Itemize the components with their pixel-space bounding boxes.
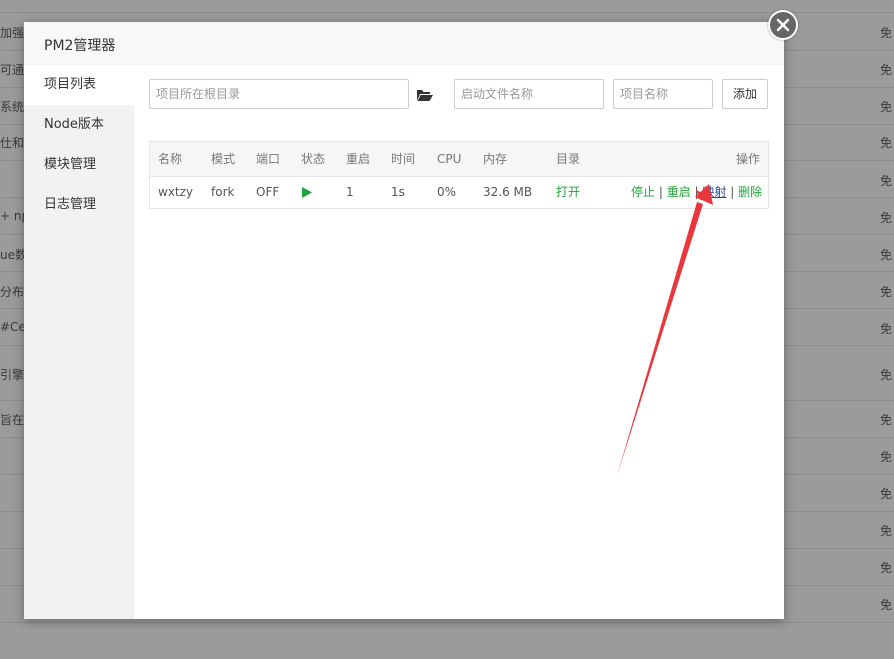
cell-mode: fork <box>211 185 235 199</box>
bg-text: 免 <box>880 450 893 464</box>
bg-text: ue数 <box>0 248 27 262</box>
stop-link[interactable]: 停止 <box>631 185 655 199</box>
sidebar-item-label: 模块管理 <box>44 157 97 172</box>
project-list-panel: 添加 名称 模式 端口 状态 重启 时间 CPU 内存 目录 操作 wxtzy … <box>134 65 784 619</box>
project-name-input[interactable] <box>613 79 713 109</box>
sidebar-item-label: 项目列表 <box>44 77 97 92</box>
bg-text: 免 <box>880 322 893 336</box>
cell-name: wxtzy <box>158 185 194 199</box>
bg-text: 仕和 <box>0 136 25 150</box>
bg-text: 免 <box>880 174 893 188</box>
column-header-restarts: 重启 <box>346 152 371 166</box>
close-button[interactable] <box>768 10 798 40</box>
separator: | <box>658 185 667 199</box>
bg-text: 系统 <box>0 100 25 114</box>
separator: | <box>730 185 739 199</box>
cell-port: OFF <box>256 185 280 199</box>
sidebar-item-label: 日志管理 <box>44 197 97 212</box>
folder-open-icon[interactable] <box>417 87 433 106</box>
map-link[interactable]: 映射 <box>702 185 726 199</box>
bg-text: 免 <box>880 211 893 225</box>
column-header-cpu: CPU <box>437 152 462 166</box>
bg-text: 免 <box>880 136 893 150</box>
table-header: 名称 模式 端口 状态 重启 时间 CPU 内存 目录 操作 <box>150 142 768 177</box>
actions-cell: 停止 | 重启 | 映射 | 删除 <box>631 176 762 208</box>
column-header-port: 端口 <box>256 152 281 166</box>
dialog-title: PM2管理器 <box>44 38 116 54</box>
cell-cpu: 0% <box>437 185 457 199</box>
start-file-input[interactable] <box>454 79 604 109</box>
root-dir-input[interactable] <box>149 79 409 109</box>
bg-text: 可通 <box>0 63 25 77</box>
delete-link[interactable]: 删除 <box>738 185 762 199</box>
sidebar: 项目列表 Node版本 模块管理 日志管理 <box>24 65 134 619</box>
bg-text: 旨在 <box>0 413 25 427</box>
column-header-directory: 目录 <box>556 152 581 166</box>
column-header-mode: 模式 <box>211 152 236 166</box>
add-button[interactable]: 添加 <box>722 79 768 109</box>
cell-restarts: 1 <box>346 185 354 199</box>
bg-divider <box>0 622 894 623</box>
bg-text: 免 <box>880 285 893 299</box>
close-icon <box>776 18 790 32</box>
column-header-memory: 内存 <box>483 152 508 166</box>
bg-text: 免 <box>880 26 893 40</box>
bg-text: 免 <box>880 248 893 262</box>
bg-text: 免 <box>880 524 893 538</box>
play-icon <box>302 187 312 198</box>
column-header-name: 名称 <box>158 152 183 166</box>
sidebar-item-project-list[interactable]: 项目列表 <box>24 65 134 105</box>
bg-text: 免 <box>880 368 893 382</box>
column-header-time: 时间 <box>391 152 416 166</box>
bg-divider <box>0 12 894 13</box>
column-header-actions: 操作 <box>736 152 761 166</box>
bg-text: 引擎 <box>0 368 25 382</box>
sidebar-item-log-management[interactable]: 日志管理 <box>24 185 134 225</box>
bg-text: 免 <box>880 413 893 427</box>
open-directory-link[interactable]: 打开 <box>556 176 580 208</box>
sidebar-item-label: Node版本 <box>44 117 104 132</box>
bg-text: 免 <box>880 100 893 114</box>
pm2-manager-dialog: PM2管理器 项目列表 Node版本 模块管理 日志管理 添加 <box>24 10 798 619</box>
column-header-status: 状态 <box>301 152 326 166</box>
bg-text: 免 <box>880 487 893 501</box>
sidebar-item-node-version[interactable]: Node版本 <box>24 105 134 145</box>
dialog-header: PM2管理器 <box>24 22 784 65</box>
restart-link[interactable]: 重启 <box>667 185 691 199</box>
cell-time: 1s <box>391 185 405 199</box>
bg-text: 加强 <box>0 26 25 40</box>
cell-memory: 32.6 MB <box>483 185 533 199</box>
sidebar-item-module-management[interactable]: 模块管理 <box>24 145 134 185</box>
project-table: 名称 模式 端口 状态 重启 时间 CPU 内存 目录 操作 wxtzy for… <box>149 141 769 209</box>
bg-text: 免 <box>880 63 893 77</box>
bg-text: 免 <box>880 561 893 575</box>
bg-text: 免 <box>880 598 893 612</box>
